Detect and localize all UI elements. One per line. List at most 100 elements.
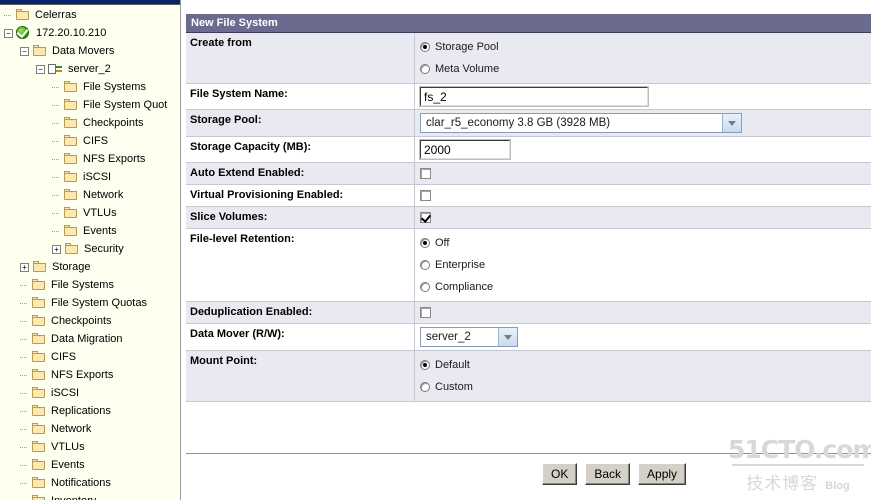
label-virtual-provisioning: Virtual Provisioning Enabled: <box>186 185 415 206</box>
tree-item-file-system-quot[interactable]: File System Quot <box>0 96 180 114</box>
tree-connector <box>20 438 31 456</box>
collapse-icon[interactable]: − <box>4 28 13 38</box>
fs-name-input[interactable]: fs_2 <box>419 86 649 107</box>
chevron-down-icon[interactable] <box>498 328 517 346</box>
tree-item-iscsi[interactable]: iSCSI <box>0 384 180 402</box>
tree-connector <box>20 312 31 330</box>
tree-item-nfs-exports[interactable]: NFS Exports <box>0 366 180 384</box>
radio-create-from-meta-volume[interactable]: Meta Volume <box>420 58 871 80</box>
tree-item-checkpoints[interactable]: Checkpoints <box>0 312 180 330</box>
tree-item-nfs-exports[interactable]: NFS Exports <box>0 150 180 168</box>
tree-item-label: Replications <box>51 405 111 417</box>
slice-volumes-checkbox[interactable] <box>420 212 431 223</box>
back-button[interactable]: Back <box>585 463 631 485</box>
label-mount-point: Mount Point: <box>186 351 415 401</box>
tree-connector <box>20 492 31 500</box>
navigation-tree-panel: Celerras −172.20.10.210− Data Movers − serve… <box>0 0 181 500</box>
collapse-icon[interactable]: − <box>36 64 45 74</box>
folder-icon <box>31 477 46 489</box>
virtual-provisioning-checkbox[interactable] <box>420 190 431 201</box>
tree-item-vtlus[interactable]: VTLUs <box>0 204 180 222</box>
tree-item-events[interactable]: Events <box>0 222 180 240</box>
folder-icon <box>31 315 46 327</box>
tree-item-label: File System Quot <box>83 99 168 111</box>
form-row-data-mover: Data Mover (R/W): server_2 <box>186 324 871 351</box>
folder-icon <box>63 135 78 147</box>
radio-mount-point-custom[interactable]: Custom <box>420 376 871 398</box>
radio-flr-compliance[interactable]: Compliance <box>420 276 871 298</box>
form-footer: OK Back Apply <box>186 453 871 500</box>
collapse-icon[interactable]: − <box>20 46 29 56</box>
tree-item-file-systems[interactable]: File Systems <box>0 78 180 96</box>
tree-item-file-systems[interactable]: File Systems <box>0 276 180 294</box>
radio-label: Compliance <box>435 281 494 293</box>
storage-pool-select[interactable]: clar_r5_economy 3.8 GB (3928 MB) <box>420 113 742 133</box>
tree-connector <box>52 186 63 204</box>
tree-item-cifs[interactable]: CIFS <box>0 348 180 366</box>
tree-item-172-20-10-210[interactable]: − 172.20.10.210 <box>0 24 180 42</box>
folder-icon <box>63 225 78 237</box>
expand-icon[interactable]: + <box>20 262 29 272</box>
deduplication-checkbox[interactable] <box>420 307 431 318</box>
tree-item-data-migration[interactable]: Data Migration <box>0 330 180 348</box>
new-file-system-form: New File System Create from Storage Pool… <box>186 14 871 500</box>
folder-icon <box>31 333 46 345</box>
tree-item-replications[interactable]: Replications <box>0 402 180 420</box>
tree-item-label: Notifications <box>51 477 111 489</box>
tree-item-label: Security <box>84 243 124 255</box>
tree-connector <box>20 456 31 474</box>
tree-item-data-movers[interactable]: − Data Movers <box>0 42 180 60</box>
folder-icon <box>31 369 46 381</box>
tree-item-storage[interactable]: + Storage <box>0 258 180 276</box>
tree-item-vtlus[interactable]: VTLUs <box>0 438 180 456</box>
expand-icon[interactable]: + <box>52 244 61 254</box>
tree-item-events[interactable]: Events <box>0 456 180 474</box>
chevron-down-icon[interactable] <box>722 114 741 132</box>
tree-connector <box>52 204 63 222</box>
button-row: OK Back Apply <box>542 463 687 485</box>
tree-item-label: Data Migration <box>51 333 123 345</box>
radio-mount-point-default[interactable]: Default <box>420 354 871 376</box>
tree-item-label: CIFS <box>51 351 77 363</box>
tree-item-celerras[interactable]: Celerras <box>0 6 180 24</box>
tree-item-server-2[interactable]: − server_2 <box>0 60 180 78</box>
folder-icon <box>15 9 30 21</box>
radio-flr-enterprise[interactable]: Enterprise <box>420 254 871 276</box>
storage-capacity-input[interactable]: 2000 <box>419 139 511 160</box>
tree-item-iscsi[interactable]: iSCSI <box>0 168 180 186</box>
navigation-tree[interactable]: Celerras −172.20.10.210− Data Movers − serve… <box>0 6 180 500</box>
tree-item-network[interactable]: Network <box>0 186 180 204</box>
tree-item-notifications[interactable]: Notifications <box>0 474 180 492</box>
data-mover-select[interactable]: server_2 <box>420 327 518 347</box>
form-row-slice-volumes: Slice Volumes: <box>186 207 871 229</box>
radio-flr-off[interactable]: Off <box>420 232 871 254</box>
radio-label: Meta Volume <box>435 63 500 75</box>
ok-button[interactable]: OK <box>542 463 578 485</box>
radio-label: Off <box>435 237 450 249</box>
folder-icon <box>31 423 46 435</box>
tree-item-network[interactable]: Network <box>0 420 180 438</box>
tree-item-label: Data Movers <box>52 45 115 57</box>
tree-item-security[interactable]: + Security <box>0 240 180 258</box>
tree-item-label: File System Quotas <box>51 297 147 309</box>
radio-create-from-storage-pool[interactable]: Storage Pool <box>420 36 871 58</box>
tree-item-checkpoints[interactable]: Checkpoints <box>0 114 180 132</box>
tree-item-inventory[interactable]: Inventory <box>0 492 180 500</box>
data-mover-selected-value: server_2 <box>426 331 471 343</box>
radio-label: Storage Pool <box>435 41 499 53</box>
form-row-file-level-retention: File-level Retention: Off Enterprise Com… <box>186 229 871 302</box>
tree-connector <box>52 168 63 186</box>
apply-button[interactable]: Apply <box>638 463 687 485</box>
label-slice-volumes: Slice Volumes: <box>186 207 415 228</box>
tree-connector <box>20 348 31 366</box>
form-row-mount-point: Mount Point: Default Custom <box>186 351 871 402</box>
tree-item-file-system-quotas[interactable]: File System Quotas <box>0 294 180 312</box>
tree-connector <box>52 132 63 150</box>
label-storage-pool: Storage Pool: <box>186 110 415 136</box>
auto-extend-checkbox[interactable] <box>420 168 431 179</box>
tree-item-label: NFS Exports <box>51 369 114 381</box>
label-data-mover: Data Mover (R/W): <box>186 324 415 350</box>
tree-item-label: server_2 <box>68 63 111 75</box>
tree-item-cifs[interactable]: CIFS <box>0 132 180 150</box>
field-create-from: Storage Pool Meta Volume <box>415 33 871 83</box>
